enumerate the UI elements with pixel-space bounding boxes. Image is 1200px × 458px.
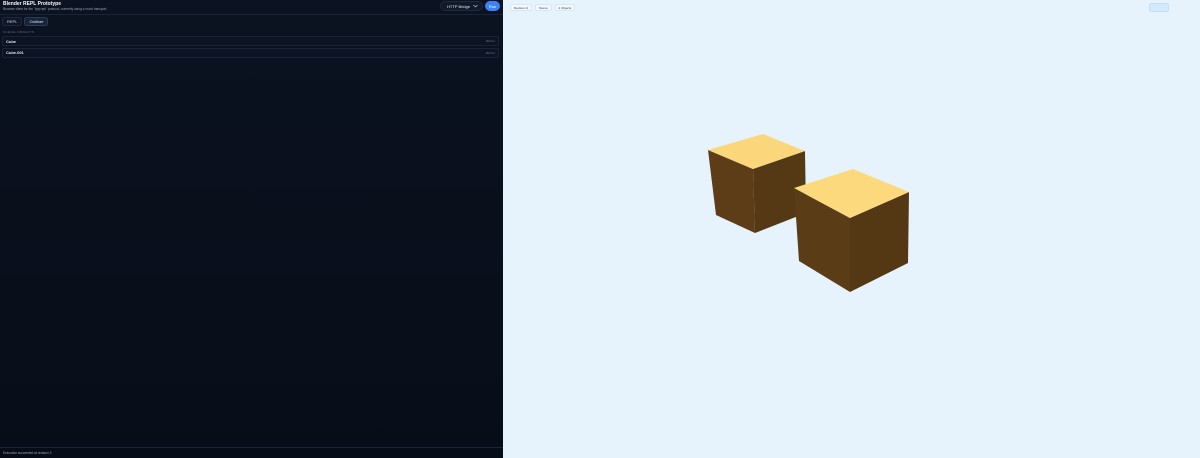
object-list: Cube MESH Cube.001 MESH [2,36,499,59]
header-divider [0,14,503,15]
section-label: SCENE OBJECTS [3,30,35,34]
scene-chip: Scene [535,4,552,11]
status-bar: Execution succeeded at revision 3 [0,447,503,458]
object-type: MESH [485,50,495,55]
chevron-down-icon [473,4,478,8]
object-name: Cube.001 [6,50,24,55]
list-item[interactable]: Cube MESH [2,36,499,46]
cube-object[interactable] [794,169,909,292]
object-type: MESH [485,39,495,43]
revision-chip: Revision 3 [510,4,533,11]
object-count-chip: 2 Objects [554,4,576,11]
run-button[interactable]: Run [485,1,500,11]
viewport-chips: Revision 3 Scene 2 Objects [510,4,576,11]
status-text: Execution succeeded at revision 3 [3,451,52,455]
tab-repl[interactable]: REPL [2,17,23,26]
tab-bar: REPL Outliner [2,17,49,26]
viewport-panel[interactable]: Revision 3 Scene 2 Objects [503,0,1200,458]
app-subtitle: Browser client for the `bpy.repl` protoc… [3,7,108,11]
repl-panel: Blender REPL Prototype Browser client fo… [0,0,503,458]
view-control-button[interactable] [1149,3,1169,12]
transport-select[interactable]: HTTP Bridge [440,1,483,11]
transport-select-value: HTTP Bridge [447,3,471,9]
tab-outliner[interactable]: Outliner [24,17,49,26]
viewport-canvas[interactable] [503,0,1200,458]
list-item[interactable]: Cube.001 MESH [2,47,499,58]
object-name: Cube [6,38,16,44]
cube-object[interactable] [708,134,806,233]
